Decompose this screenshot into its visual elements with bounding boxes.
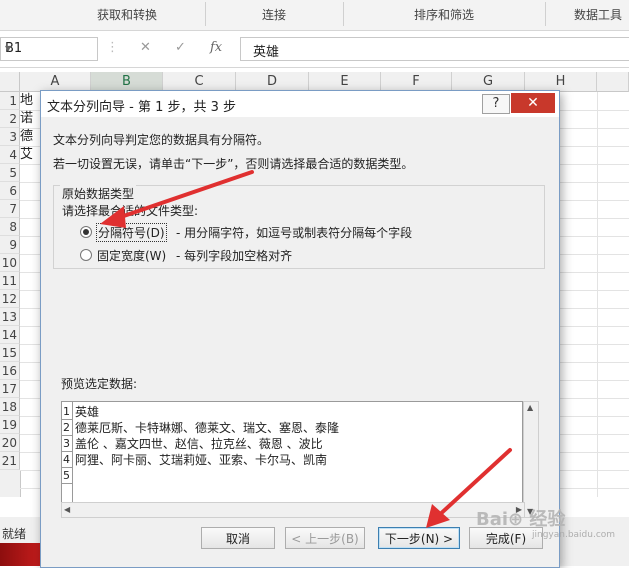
row-header[interactable]: 20 — [0, 434, 20, 452]
ribbon-separator — [205, 2, 206, 26]
formula-bar: B1 ▼ ⋮ ✕ ✓ fx 英雄 — [0, 31, 629, 68]
gridline — [597, 92, 598, 497]
close-button[interactable]: ✕ — [511, 93, 555, 113]
row-header[interactable]: 7 — [0, 200, 20, 218]
row-header[interactable]: 16 — [0, 362, 20, 380]
scroll-up-icon[interactable]: ▲ — [527, 403, 533, 412]
fixed-width-label[interactable]: 固定宽度(W) — [97, 247, 166, 264]
taskbar-strip — [0, 543, 40, 566]
original-data-type-group: 原始数据类型 请选择最合适的文件类型: 分隔符号(D) - 用分隔字符，如逗号或… — [53, 185, 545, 269]
row-header[interactable]: 14 — [0, 326, 20, 344]
column-header-d[interactable]: D — [236, 72, 309, 92]
back-button[interactable]: < 上一步(B) — [285, 527, 365, 549]
row-header[interactable]: 9 — [0, 236, 20, 254]
row-header[interactable]: 21 — [0, 452, 20, 470]
cell-a3[interactable]: 德 — [20, 128, 33, 146]
watermark-logo: Bai⊕ 经验 — [476, 509, 566, 530]
preview-line-number: 2 — [63, 421, 70, 434]
cell-a4[interactable]: 艾 — [20, 146, 33, 164]
radio-delimited[interactable] — [80, 226, 92, 238]
group-title: 原始数据类型 — [60, 185, 137, 202]
group-prompt: 请选择最合适的文件类型: — [62, 204, 199, 218]
row-header[interactable]: 10 — [0, 254, 20, 272]
column-header-b[interactable]: B — [91, 72, 163, 92]
ribbon-group-sort-filter[interactable]: 排序和筛选 — [414, 6, 474, 23]
preview-row: 阿狸、阿卡丽、艾瑞莉娅、亚索、卡尔马、凯南 — [75, 453, 328, 467]
ribbon-separator — [343, 2, 344, 26]
row-header[interactable]: 3 — [0, 128, 20, 146]
column-header-e[interactable]: E — [309, 72, 381, 92]
scroll-left-icon[interactable]: ◀ — [64, 505, 70, 514]
intro-text-2: 若一切设置无误，请单击“下一步”，否则请选择最合适的数据类型。 — [53, 157, 414, 171]
column-header-f[interactable]: F — [381, 72, 452, 92]
delimited-label[interactable]: 分隔符号(D) — [96, 223, 167, 242]
preview-separator — [62, 483, 72, 484]
dialog-title: 文本分列向导 - 第 1 步，共 3 步 — [47, 100, 237, 115]
intro-text-1: 文本分列向导判定您的数据具有分隔符。 — [53, 133, 270, 147]
next-button[interactable]: 下一步(N) > — [378, 527, 460, 549]
cell-a2[interactable]: 诺 — [20, 110, 33, 128]
column-header-h[interactable]: H — [525, 72, 597, 92]
name-box[interactable]: B1 ▼ — [0, 37, 98, 61]
preview-vertical-scrollbar[interactable]: ▲ ▼ — [523, 401, 539, 518]
ribbon-group-get-transform[interactable]: 获取和转换 — [97, 6, 157, 23]
preview-row: 德莱厄斯、卡特琳娜、德莱文、瑞文、塞恩、泰隆 — [75, 421, 340, 435]
preview-separator — [62, 435, 72, 436]
row-header[interactable]: 12 — [0, 290, 20, 308]
row-header[interactable]: 11 — [0, 272, 20, 290]
row-header[interactable]: 4 — [0, 146, 20, 164]
column-header-g[interactable]: G — [452, 72, 525, 92]
preview-separator — [62, 419, 72, 420]
column-header-a[interactable]: A — [20, 72, 91, 92]
preview-line-number: 5 — [63, 469, 70, 482]
row-header[interactable]: 1 — [0, 92, 20, 110]
preview-line-number: 1 — [63, 405, 70, 418]
row-header[interactable]: 6 — [0, 182, 20, 200]
dialog-titlebar[interactable]: 文本分列向导 - 第 1 步，共 3 步 ? ✕ — [41, 91, 559, 117]
preview-label: 预览选定数据: — [61, 377, 138, 391]
formula-value: 英雄 — [253, 45, 280, 60]
chevron-down-icon[interactable]: ▼ — [5, 44, 94, 53]
watermark-url: jingyan.baidu.com — [532, 530, 616, 540]
preview-row: 英雄 — [75, 405, 100, 419]
preview-row: 盖伦 、嘉文四世、赵信、拉克丝、薇恩 、波比 — [75, 437, 323, 451]
column-header-next — [597, 72, 629, 92]
row-header[interactable]: 19 — [0, 416, 20, 434]
more-icon: ⋮ — [106, 40, 119, 55]
column-header-c[interactable]: C — [163, 72, 236, 92]
fixed-width-description: - 每列字段加空格对齐 — [176, 249, 293, 263]
ribbon-group-data-tools[interactable]: 数据工具 — [574, 6, 622, 23]
preview-line-number: 4 — [63, 453, 70, 466]
preview-horizontal-scrollbar[interactable]: ◀ ▶ — [61, 502, 525, 518]
select-all-corner[interactable] — [0, 72, 20, 92]
formula-input[interactable]: 英雄 — [240, 37, 629, 61]
data-preview[interactable]: 1 2 3 4 5 英雄 德莱厄斯、卡特琳娜、德莱文、瑞文、塞恩、泰隆 盖伦 、… — [61, 401, 523, 503]
cancel-button[interactable]: 取消 — [201, 527, 275, 549]
enter-icon[interactable]: ✓ — [175, 40, 186, 55]
cell-a1[interactable]: 地 — [20, 92, 33, 110]
preview-separator — [62, 467, 72, 468]
ribbon-separator — [545, 2, 546, 26]
radio-fixed-width[interactable] — [80, 249, 92, 261]
preview-separator — [62, 451, 72, 452]
preview-line-number: 3 — [63, 437, 70, 450]
row-header[interactable]: 5 — [0, 164, 20, 182]
row-header-filler — [0, 470, 21, 497]
text-to-columns-dialog: 文本分列向导 - 第 1 步，共 3 步 ? ✕ 文本分列向导判定您的数据具有分… — [40, 90, 560, 568]
function-icon[interactable]: fx — [210, 40, 222, 55]
row-header[interactable]: 17 — [0, 380, 20, 398]
ribbon-group-bar: 获取和转换 连接 排序和筛选 数据工具 — [0, 0, 629, 31]
row-header[interactable]: 8 — [0, 218, 20, 236]
cancel-icon[interactable]: ✕ — [140, 40, 151, 55]
row-header[interactable]: 2 — [0, 110, 20, 128]
help-button[interactable]: ? — [482, 94, 510, 114]
delimited-description: - 用分隔字符，如逗号或制表符分隔每个字段 — [176, 226, 413, 240]
status-ready: 就绪 — [2, 527, 27, 541]
row-header[interactable]: 13 — [0, 308, 20, 326]
ribbon-group-connections[interactable]: 连接 — [262, 6, 286, 23]
row-header[interactable]: 15 — [0, 344, 20, 362]
row-header[interactable]: 18 — [0, 398, 20, 416]
